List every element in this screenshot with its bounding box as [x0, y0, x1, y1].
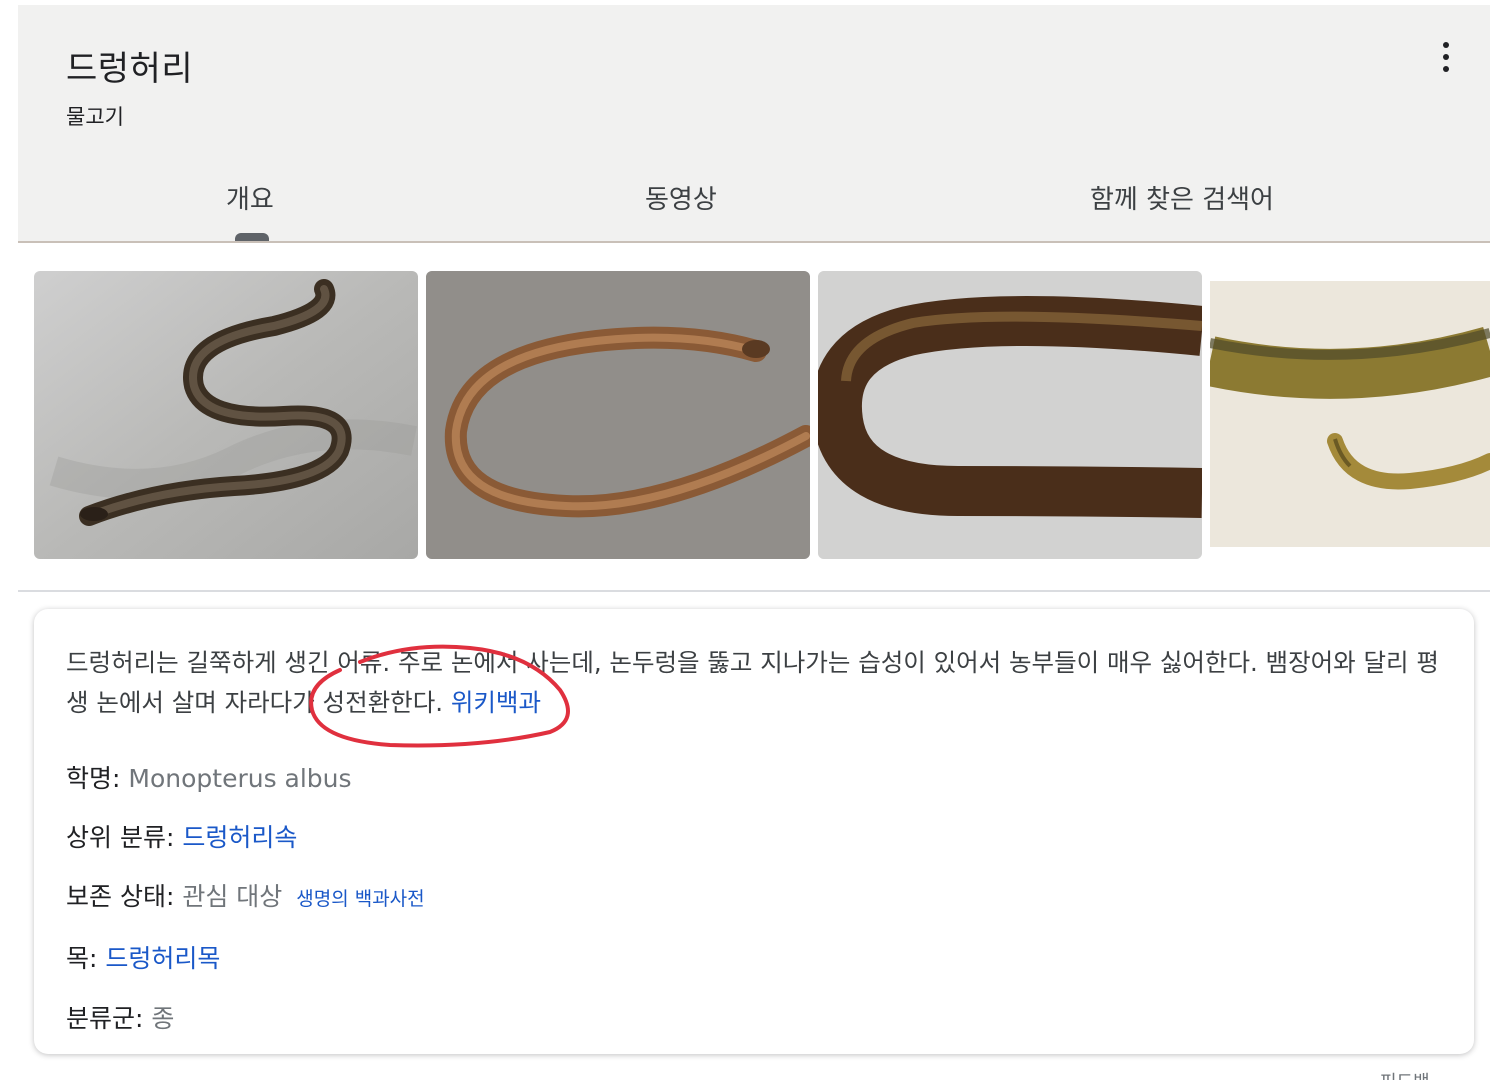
fact-label: 상위 분류: [66, 823, 175, 852]
fact-label: 분류군: [66, 1004, 144, 1033]
image-thumbnail-4[interactable] [1210, 271, 1490, 559]
fact-label: 보존 상태: [66, 882, 175, 911]
image-thumbnail-2[interactable] [426, 271, 810, 559]
fact-conservation-status: 보존 상태: 관심 대상 생명의 백과사전 [66, 877, 425, 913]
more-options-button[interactable] [1426, 35, 1466, 79]
fact-parent-taxon: 상위 분류: 드렁허리속 [66, 818, 297, 854]
image-thumbnail-3[interactable] [818, 271, 1202, 559]
wikipedia-link[interactable]: 위키백과 [451, 688, 541, 717]
tab-videos[interactable]: 동영상 [645, 179, 717, 216]
tab-overview[interactable]: 개요 [226, 179, 274, 216]
info-card: 드렁허리는 길쭉하게 생긴 어류. 주로 논에서 사는데, 논두렁을 뚫고 지나… [34, 609, 1474, 1054]
image-thumbnail-1[interactable] [34, 271, 418, 559]
panel-title: 드렁허리 [66, 49, 194, 89]
fact-order: 목: 드렁허리목 [66, 939, 220, 975]
fact-label: 목: [66, 944, 98, 973]
fact-value: 종 [151, 1004, 175, 1033]
parent-taxon-link[interactable]: 드렁허리속 [182, 823, 297, 852]
section-divider [18, 590, 1490, 592]
description-text: 드렁허리는 길쭉하게 생긴 어류. 주로 논에서 사는데, 논두렁을 뚫고 지나… [66, 648, 1439, 717]
panel-subtitle: 물고기 [66, 105, 124, 129]
fact-rank: 분류군: 종 [66, 999, 174, 1035]
description: 드렁허리는 길쭉하게 생긴 어류. 주로 논에서 사는데, 논두렁을 뚫고 지나… [66, 643, 1456, 723]
encyclopedia-of-life-link[interactable]: 생명의 백과사전 [296, 888, 424, 910]
feedback-link[interactable]: 피드백 [1380, 1068, 1430, 1080]
fact-value: 관심 대상 [182, 882, 283, 911]
tab-related-searches[interactable]: 함께 찾은 검색어 [1090, 179, 1274, 216]
order-link[interactable]: 드렁허리목 [105, 944, 220, 973]
panel-header: 드렁허리 물고기 개요 동영상 함께 찾은 검색어 [18, 5, 1490, 243]
knowledge-panel: 드렁허리 물고기 개요 동영상 함께 찾은 검색어 드렁허리는 길쭉하게 생긴 … [0, 0, 1509, 1080]
fact-scientific-name: 학명: Monopterus albus [66, 759, 352, 795]
vertical-dots-icon [1443, 42, 1449, 48]
fact-label: 학명: [66, 764, 121, 793]
fact-value: Monopterus albus [128, 764, 352, 793]
active-tab-indicator [235, 233, 269, 241]
